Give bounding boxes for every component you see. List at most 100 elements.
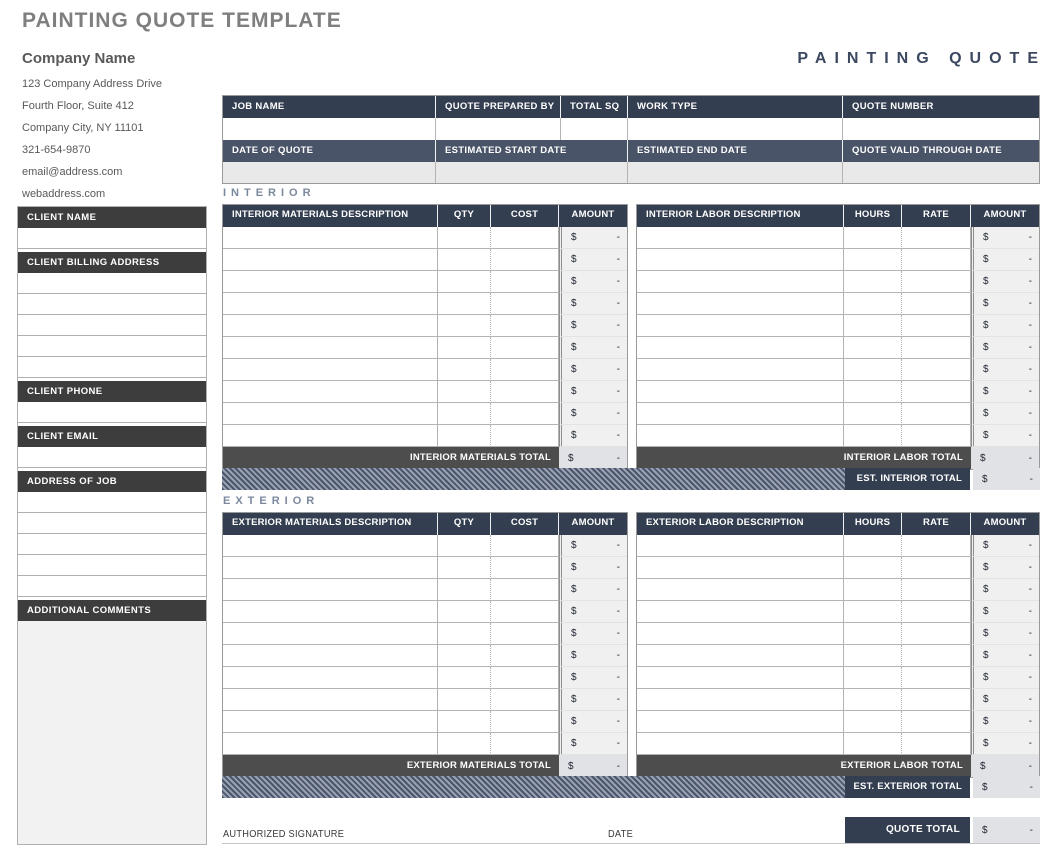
description-cell[interactable] — [223, 667, 438, 689]
description-cell[interactable] — [637, 315, 844, 337]
description-cell[interactable] — [223, 689, 438, 711]
cost-cell[interactable] — [491, 579, 559, 601]
rate-cell[interactable] — [902, 249, 971, 271]
description-cell[interactable] — [637, 293, 844, 315]
hours-cell[interactable] — [844, 271, 902, 293]
additional-comments-field[interactable] — [18, 621, 206, 844]
client-phone-field[interactable] — [18, 402, 206, 423]
qty-cell[interactable] — [438, 579, 491, 601]
description-cell[interactable] — [223, 293, 438, 315]
description-cell[interactable] — [637, 425, 844, 447]
rate-cell[interactable] — [902, 425, 971, 447]
hours-cell[interactable] — [844, 557, 902, 579]
rate-cell[interactable] — [902, 315, 971, 337]
cost-cell[interactable] — [491, 557, 559, 579]
qty-cell[interactable] — [438, 293, 491, 315]
cost-cell[interactable] — [491, 337, 559, 359]
rate-cell[interactable] — [902, 645, 971, 667]
rate-cell[interactable] — [902, 359, 971, 381]
hours-cell[interactable] — [844, 623, 902, 645]
description-cell[interactable] — [223, 315, 438, 337]
cost-cell[interactable] — [491, 403, 559, 425]
client-billing-address-field[interactable] — [18, 294, 206, 315]
hours-cell[interactable] — [844, 227, 902, 249]
cost-cell[interactable] — [491, 535, 559, 557]
description-cell[interactable] — [223, 337, 438, 359]
quote-number-field[interactable] — [843, 118, 1039, 140]
description-cell[interactable] — [637, 667, 844, 689]
hours-cell[interactable] — [844, 667, 902, 689]
cost-cell[interactable] — [491, 733, 559, 755]
rate-cell[interactable] — [902, 535, 971, 557]
cost-cell[interactable] — [491, 623, 559, 645]
qty-cell[interactable] — [438, 359, 491, 381]
cost-cell[interactable] — [491, 249, 559, 271]
client-billing-address-field[interactable] — [18, 315, 206, 336]
rate-cell[interactable] — [902, 601, 971, 623]
qty-cell[interactable] — [438, 381, 491, 403]
description-cell[interactable] — [223, 711, 438, 733]
hours-cell[interactable] — [844, 579, 902, 601]
description-cell[interactable] — [637, 645, 844, 667]
description-cell[interactable] — [637, 623, 844, 645]
cost-cell[interactable] — [491, 293, 559, 315]
hours-cell[interactable] — [844, 403, 902, 425]
work-type-field[interactable] — [628, 118, 843, 140]
address-of-job-field[interactable] — [18, 513, 206, 534]
description-cell[interactable] — [637, 337, 844, 359]
cost-cell[interactable] — [491, 667, 559, 689]
description-cell[interactable] — [637, 711, 844, 733]
rate-cell[interactable] — [902, 579, 971, 601]
hours-cell[interactable] — [844, 645, 902, 667]
address-of-job-field[interactable] — [18, 555, 206, 576]
description-cell[interactable] — [223, 359, 438, 381]
description-cell[interactable] — [637, 557, 844, 579]
qty-cell[interactable] — [438, 249, 491, 271]
address-of-job-field[interactable] — [18, 492, 206, 513]
address-of-job-field[interactable] — [18, 534, 206, 555]
hours-cell[interactable] — [844, 535, 902, 557]
hours-cell[interactable] — [844, 293, 902, 315]
qty-cell[interactable] — [438, 557, 491, 579]
qty-cell[interactable] — [438, 711, 491, 733]
cost-cell[interactable] — [491, 381, 559, 403]
cost-cell[interactable] — [491, 271, 559, 293]
client-billing-address-field[interactable] — [18, 336, 206, 357]
cost-cell[interactable] — [491, 425, 559, 447]
rate-cell[interactable] — [902, 337, 971, 359]
hours-cell[interactable] — [844, 689, 902, 711]
qty-cell[interactable] — [438, 227, 491, 249]
hours-cell[interactable] — [844, 733, 902, 755]
hours-cell[interactable] — [844, 249, 902, 271]
hours-cell[interactable] — [844, 381, 902, 403]
description-cell[interactable] — [223, 579, 438, 601]
description-cell[interactable] — [223, 645, 438, 667]
qty-cell[interactable] — [438, 601, 491, 623]
date-of-quote-field[interactable] — [223, 162, 436, 183]
total-sq-ft-field[interactable] — [561, 118, 628, 140]
hours-cell[interactable] — [844, 425, 902, 447]
rate-cell[interactable] — [902, 403, 971, 425]
description-cell[interactable] — [637, 579, 844, 601]
description-cell[interactable] — [223, 601, 438, 623]
rate-cell[interactable] — [902, 623, 971, 645]
cost-cell[interactable] — [491, 645, 559, 667]
rate-cell[interactable] — [902, 271, 971, 293]
cost-cell[interactable] — [491, 601, 559, 623]
description-cell[interactable] — [637, 381, 844, 403]
qty-cell[interactable] — [438, 535, 491, 557]
description-cell[interactable] — [637, 733, 844, 755]
description-cell[interactable] — [223, 733, 438, 755]
address-of-job-field[interactable] — [18, 576, 206, 597]
qty-cell[interactable] — [438, 733, 491, 755]
description-cell[interactable] — [223, 227, 438, 249]
hours-cell[interactable] — [844, 711, 902, 733]
description-cell[interactable] — [223, 381, 438, 403]
description-cell[interactable] — [223, 623, 438, 645]
qty-cell[interactable] — [438, 337, 491, 359]
description-cell[interactable] — [637, 249, 844, 271]
description-cell[interactable] — [223, 557, 438, 579]
rate-cell[interactable] — [902, 293, 971, 315]
description-cell[interactable] — [637, 601, 844, 623]
rate-cell[interactable] — [902, 689, 971, 711]
